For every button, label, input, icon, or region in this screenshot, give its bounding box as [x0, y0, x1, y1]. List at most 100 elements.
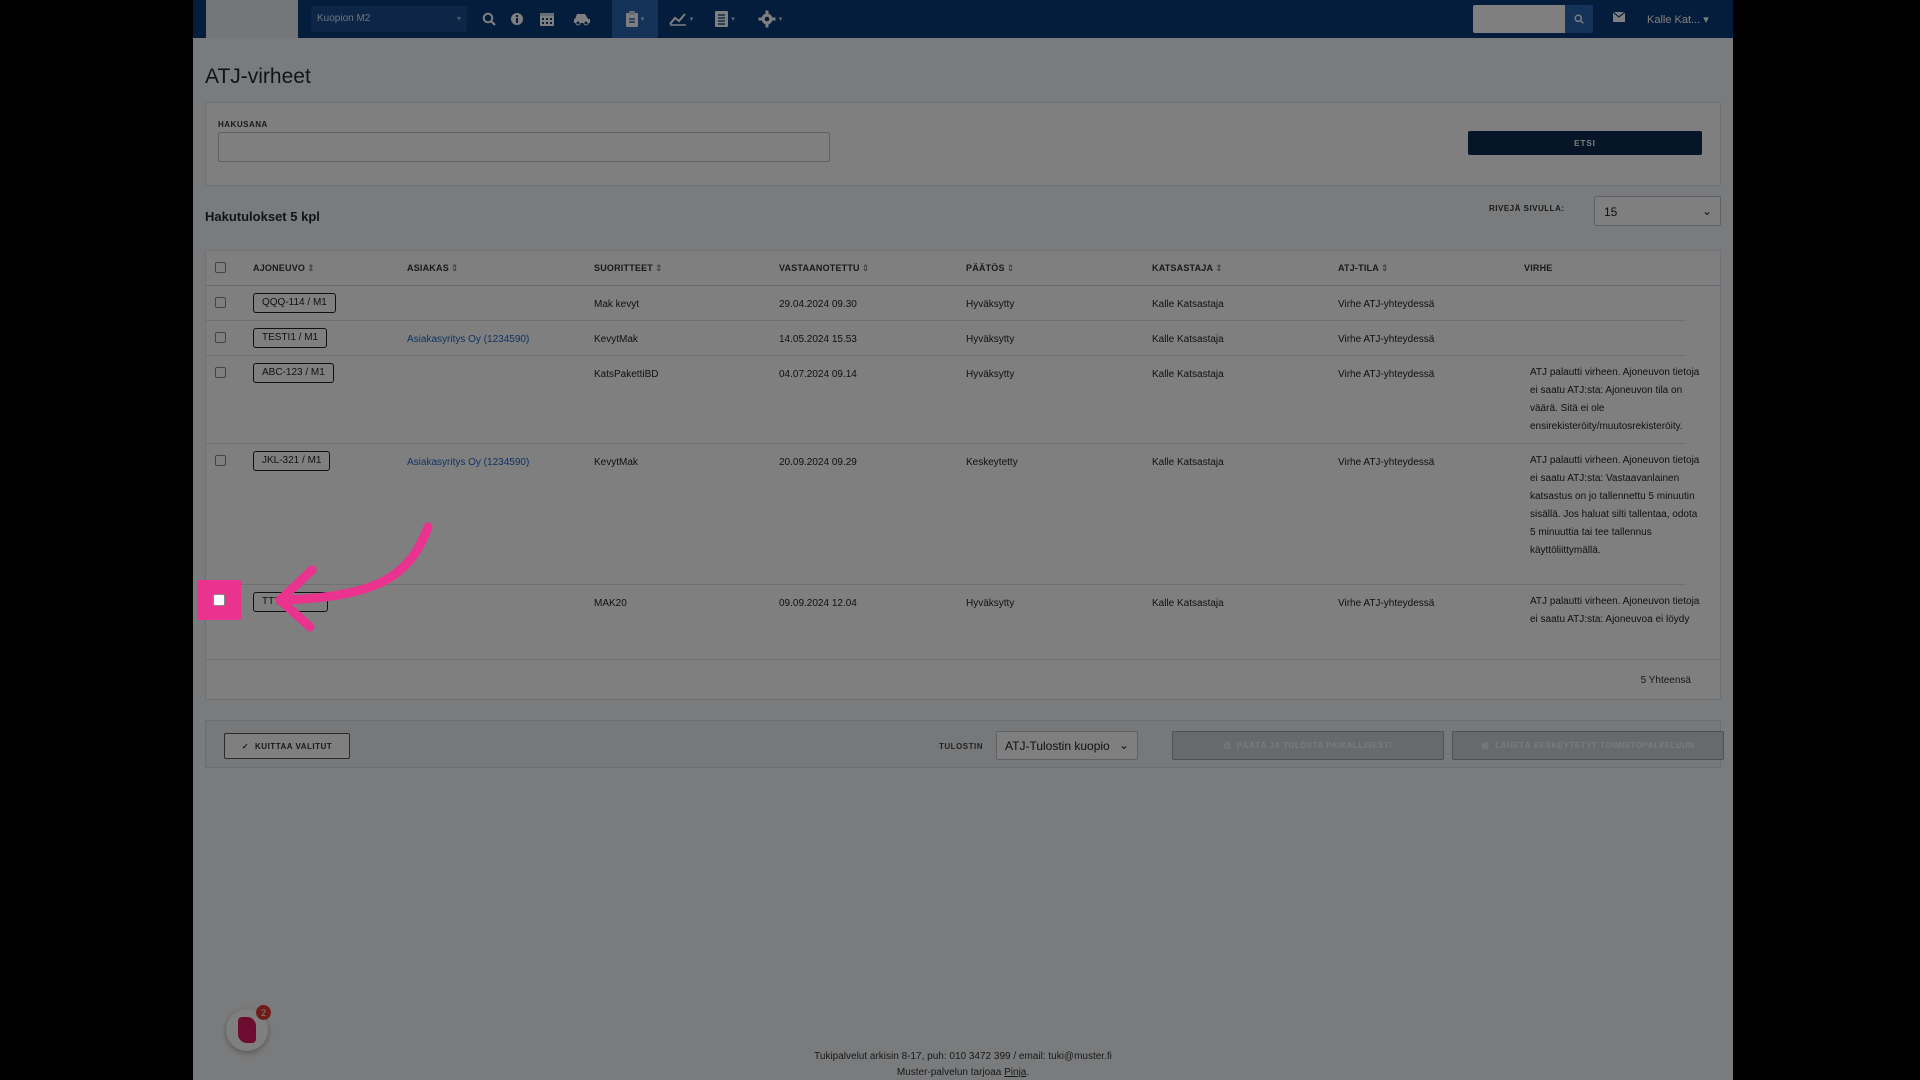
print-icon: ⎙ [1223, 740, 1231, 750]
vehicle-plate[interactable]: QQQ-114 / M1 [253, 293, 336, 313]
decision-cell: Keskeytetty [966, 457, 1018, 468]
chat-widget-button[interactable]: 2 [226, 1005, 271, 1051]
search-label: HAKUSANA [218, 120, 268, 129]
calendar-icon[interactable] [532, 0, 562, 38]
list-icon[interactable]: ▾ [707, 0, 743, 38]
decision-cell: Hyväksytty [966, 598, 1015, 609]
atj-state-cell: Virhe ATJ-yhteydessä [1338, 598, 1435, 609]
send-interrupted-label: LÄHETÄ KESKEYTETYT TOIMISTOPALVELUUN [1495, 741, 1695, 750]
header-asiakas[interactable]: ASIAKAS ⇕ [407, 263, 459, 274]
top-navigation: Kuopion M2 ▾ ▾ ▾ ▾ ▾ Kalle Kat... ▾ [193, 0, 1733, 38]
header-katsastaja[interactable]: KATSASTAJA ⇕ [1152, 263, 1223, 274]
info-icon[interactable] [504, 0, 530, 38]
inspector-cell: Kalle Katsastaja [1152, 457, 1224, 468]
printer-select[interactable]: ATJ-Tulostin kuopio ⌄ [996, 731, 1138, 760]
sort-icon: ⇕ [1006, 263, 1015, 273]
header-ajoneuvo[interactable]: AJONEUVO ⇕ [253, 263, 315, 274]
service-cell: Mak kevyt [594, 299, 640, 310]
chevron-down-icon: ▾ [689, 16, 694, 23]
vehicle-plate[interactable]: TESTI1 / M1 [253, 328, 328, 348]
select-all-checkbox[interactable] [215, 262, 226, 273]
chevron-down-icon: ▾ [778, 16, 783, 23]
highlighted-row-checkbox[interactable] [197, 580, 241, 620]
customer-link[interactable]: Asiakasyritys Oy (1234590) [407, 334, 529, 345]
acknowledge-label: KUITTAA VALITUT [255, 741, 333, 751]
close-print-label: PÄÄTÄ JA TULOSTA PAIKALLISESTI [1236, 741, 1393, 750]
table-row: QQQ-114 / M1 Mak kevyt 29.04.2024 09.30 … [206, 286, 1686, 321]
row-checkbox[interactable] [215, 332, 226, 343]
rows-per-page-label: RIVEJÄ SIVULLA: [1489, 204, 1565, 213]
row-checkbox[interactable] [215, 297, 226, 308]
customer-link[interactable]: Asiakasyritys Oy (1234590) [407, 457, 529, 468]
sort-icon: ⇕ [450, 263, 459, 273]
user-menu[interactable]: Kalle Kat... ▾ [1647, 13, 1709, 26]
chat-logo-icon [238, 1017, 256, 1043]
search-icon[interactable] [476, 0, 502, 38]
inspector-cell: Kalle Katsastaja [1152, 299, 1224, 310]
mail-icon[interactable] [1612, 11, 1626, 25]
chevron-down-icon: ▾ [731, 16, 735, 23]
provider-info: Muster-palvelun tarjoaa Pinja. [896, 1067, 1030, 1078]
sort-icon: ⇕ [655, 263, 663, 273]
sort-icon: ⇕ [1215, 263, 1223, 273]
header-virhe: VIRHE [1524, 263, 1553, 273]
notification-badge: 2 [256, 1005, 271, 1020]
logo[interactable] [206, 0, 298, 38]
table-header: AJONEUVO ⇕ ASIAKAS ⇕ SUORITTEET ⇕ VASTAANOT… [206, 251, 1720, 286]
header-suoritteet[interactable]: SUORITTEET ⇕ [594, 263, 663, 274]
chart-icon[interactable]: ▾ [661, 0, 701, 38]
atj-state-cell: Virhe ATJ-yhteydessä [1338, 457, 1435, 468]
header-paatos[interactable]: PÄÄTÖS ⇕ [966, 263, 1014, 274]
inspector-cell: Kalle Katsastaja [1152, 334, 1224, 345]
received-cell: 20.09.2024 09.29 [779, 457, 857, 468]
search-button[interactable]: ETSI [1468, 131, 1702, 155]
row-checkbox[interactable] [215, 455, 226, 466]
received-cell: 09.09.2024 12.04 [779, 598, 857, 609]
vehicle-plate[interactable]: JKL-321 / M1 [253, 451, 331, 471]
check-icon: ✓ [241, 741, 250, 751]
atj-state-cell: Virhe ATJ-yhteydessä [1338, 299, 1435, 310]
location-select[interactable]: Kuopion M2 ▾ [311, 6, 467, 32]
inspector-cell: Kalle Katsastaja [1152, 598, 1224, 609]
service-cell: KevytMak [594, 334, 638, 345]
global-search-button[interactable] [1565, 5, 1593, 33]
chevron-down-icon: ⌄ [1701, 204, 1712, 218]
header-atj-tila[interactable]: ATJ-TILA ⇕ [1338, 263, 1389, 274]
support-info: Tukipalvelut arkisin 8-17, puh: 010 3472… [814, 1051, 1112, 1062]
rows-per-page-select[interactable]: 15 ⌄ [1594, 196, 1721, 226]
clipboard-icon[interactable]: ▾ [612, 0, 658, 38]
search-input[interactable] [218, 132, 830, 162]
printer-value: ATJ-Tulostin kuopio [1005, 739, 1110, 753]
document-icon: ▤ [1481, 741, 1490, 750]
atj-state-cell: Virhe ATJ-yhteydessä [1338, 334, 1435, 345]
page-title: ATJ-virheet [205, 65, 311, 88]
printer-label: TULOSTIN [939, 742, 983, 751]
error-cell: ATJ palautti virheen. Ajoneuvon tietoja … [1530, 596, 1700, 625]
vehicle-plate[interactable]: ABC-123 / M1 [253, 363, 334, 383]
atj-state-cell: Virhe ATJ-yhteydessä [1338, 369, 1435, 380]
send-interrupted-button[interactable]: ▤ LÄHETÄ KESKEYTETYT TOIMISTOPALVELUUN [1452, 731, 1724, 760]
gear-icon[interactable]: ▾ [751, 0, 789, 38]
acknowledge-selected-button[interactable]: ✓ KUITTAA VALITUT [224, 733, 350, 759]
chevron-down-icon: ▾ [456, 14, 461, 23]
table-footer: 5 Yhteensä [206, 659, 1720, 701]
table-row: TESTI1 / M1 Asiakasyritys Oy (1234590) K… [206, 321, 1686, 356]
global-search-input[interactable] [1473, 5, 1565, 33]
pinja-link[interactable]: Pinja [1004, 1067, 1026, 1078]
car-icon[interactable] [566, 0, 598, 38]
close-and-print-button[interactable]: ⎙ PÄÄTÄ JA TULOSTA PAIKALLISESTI [1172, 731, 1444, 760]
inspector-cell: Kalle Katsastaja [1152, 369, 1224, 380]
received-cell: 29.04.2024 09.30 [779, 299, 857, 310]
chevron-down-icon: ▾ [640, 16, 645, 23]
decision-cell: Hyväksytty [966, 334, 1015, 345]
chevron-down-icon: ▾ [1703, 14, 1709, 26]
decision-cell: Hyväksytty [966, 299, 1015, 310]
sort-icon: ⇕ [861, 263, 870, 273]
header-vastaanotettu[interactable]: VASTAANOTETTU ⇕ [779, 263, 870, 274]
pointer-arrow-icon [275, 522, 433, 632]
received-cell: 04.07.2024 09.14 [779, 369, 857, 380]
sort-icon: ⇕ [1380, 263, 1389, 273]
service-cell: MAK20 [594, 598, 627, 609]
row-checkbox[interactable] [215, 367, 226, 378]
table-row: ABC-123 / M1 KatsPakettiBD 04.07.2024 09… [206, 356, 1699, 444]
